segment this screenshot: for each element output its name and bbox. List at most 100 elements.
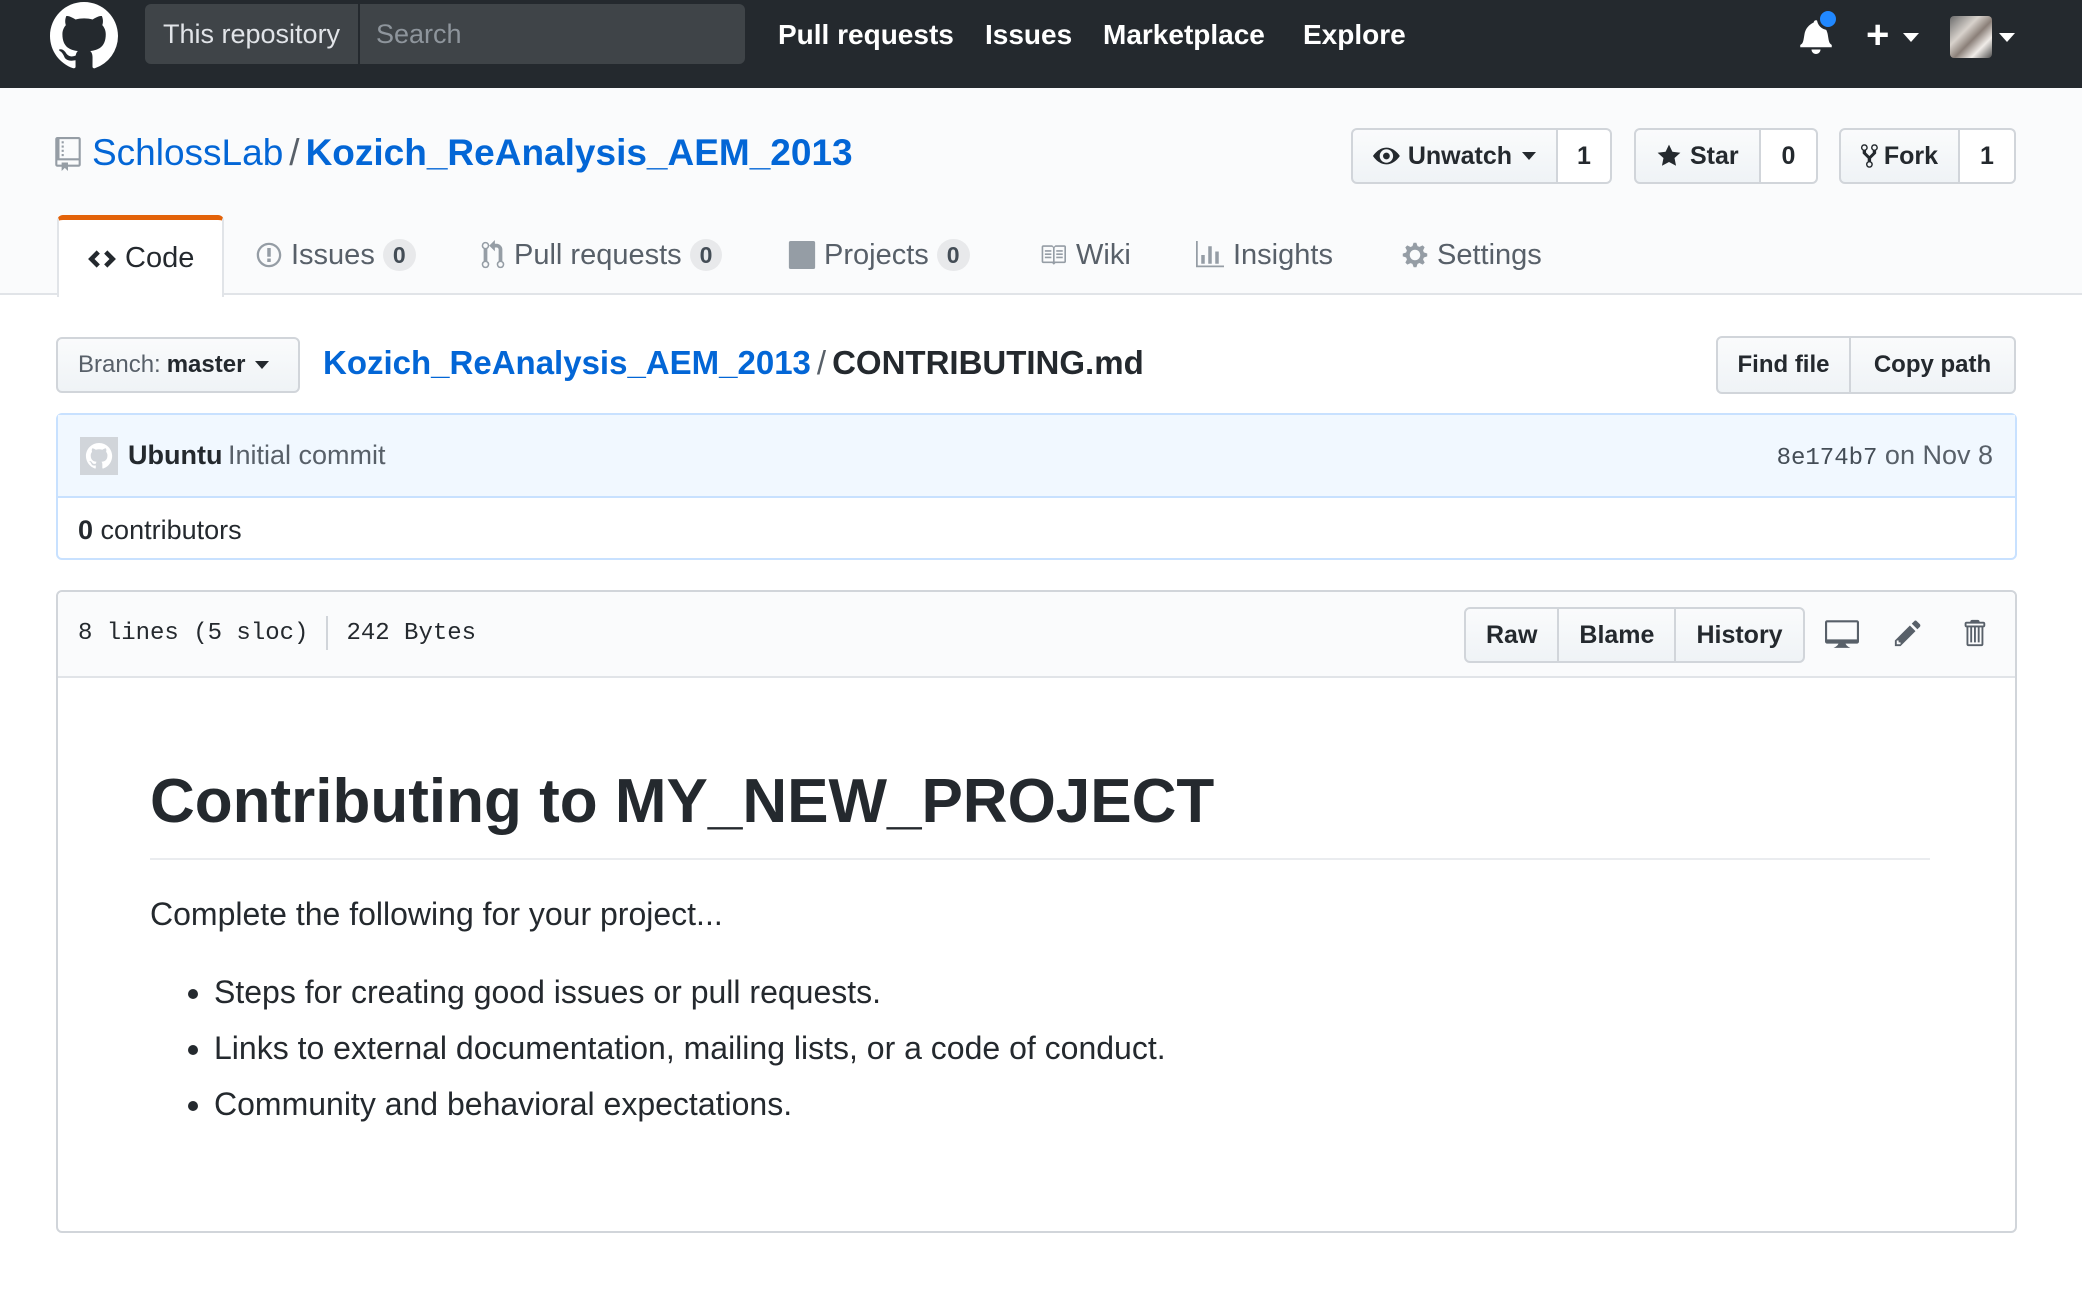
commit-sha-link[interactable]: 8e174b7 (1777, 445, 1878, 472)
tab-issues[interactable]: Issues 0 (255, 215, 416, 295)
file-actions: Raw Blame History (1464, 607, 1805, 663)
tab-issues-label: Issues (291, 238, 375, 271)
tab-pull-requests-label: Pull requests (514, 238, 682, 271)
repo-header: SchlossLab / Kozich_ReAnalysis_AEM_2013 Un… (0, 88, 2082, 297)
nav-pull-requests[interactable]: Pull requests (778, 0, 954, 70)
readme-bullet-list: Steps for creating good issues or pull r… (150, 968, 1930, 1128)
gear-icon (1402, 242, 1428, 268)
star-icon (1657, 144, 1681, 166)
file-info: 8 lines (5 sloc) 242 Bytes (78, 614, 476, 654)
nav-explore[interactable]: Explore (1303, 0, 1406, 70)
contributors-label: contributors (100, 515, 242, 545)
branch-prefix: Branch: (78, 351, 161, 378)
fork-count[interactable]: 1 (1960, 128, 2016, 184)
branch-select-button[interactable]: Branch: master (56, 337, 300, 393)
issue-opened-icon (256, 242, 282, 268)
pull-requests-counter: 0 (689, 239, 723, 271)
user-avatar[interactable] (1950, 16, 1992, 58)
search-box: This repository (145, 4, 745, 64)
readme-intro: Complete the following for your project.… (150, 896, 723, 932)
issues-counter: 0 (382, 239, 416, 271)
list-item: Links to external documentation, mailing… (214, 1024, 1930, 1072)
tab-wiki-label: Wiki (1076, 238, 1131, 271)
tab-projects[interactable]: Projects 0 (788, 215, 970, 295)
global-header: This repository Pull requests Issues Mar… (0, 0, 2082, 88)
author-avatar[interactable] (80, 437, 118, 475)
unwatch-button[interactable]: Unwatch (1351, 128, 1558, 184)
tab-pull-requests[interactable]: Pull requests 0 (480, 215, 723, 295)
repo-name-link[interactable]: Kozich_ReAnalysis_AEM_2013 (306, 132, 853, 173)
breadcrumb-repo-link[interactable]: Kozich_ReAnalysis_AEM_2013 (323, 344, 811, 381)
tab-settings-label: Settings (1437, 238, 1542, 271)
nav-issues[interactable]: Issues (985, 0, 1072, 70)
copy-path-button[interactable]: Copy path (1851, 336, 2016, 394)
star-count[interactable]: 0 (1761, 128, 1818, 184)
tab-projects-label: Projects (824, 238, 929, 271)
file-info-divider (326, 615, 329, 650)
repo-owner-link[interactable]: SchlossLab (92, 132, 283, 173)
unwatch-label: Unwatch (1407, 141, 1512, 170)
file-nav-actions: Find file Copy path (1716, 336, 2016, 394)
pencil-icon[interactable] (1893, 618, 1923, 648)
fork-group: Fork 1 (1839, 128, 2016, 184)
breadcrumb: Kozich_ReAnalysis_AEM_2013/CONTRIBUTING.… (323, 340, 1144, 386)
chevron-down-icon (1522, 152, 1536, 160)
commit-author[interactable]: Ubuntu (128, 435, 222, 475)
repo-title: SchlossLab / Kozich_ReAnalysis_AEM_2013 (92, 128, 853, 178)
chevron-down-icon (1999, 33, 2015, 42)
commit-date: on Nov 8 (1884, 440, 1993, 470)
code-icon (88, 249, 116, 268)
contributors-summary[interactable]: 0 contributors (78, 510, 242, 550)
file-viewer: 8 lines (5 sloc) 242 Bytes Raw Blame Hist… (56, 590, 2017, 1233)
branch-name: master (166, 351, 246, 378)
find-file-button[interactable]: Find file (1716, 336, 1851, 394)
readme-heading: Contributing to MY_NEW_PROJECT (150, 762, 1930, 860)
tab-wiki[interactable]: Wiki (1038, 215, 1131, 295)
tab-code-label: Code (125, 242, 195, 274)
fork-button[interactable]: Fork (1839, 128, 1960, 184)
star-group: Star 0 (1634, 128, 1818, 184)
latest-commit-bar: Ubuntu Initial commit 8e174b7 on Nov 8 (58, 415, 2015, 498)
blame-button[interactable]: Blame (1559, 607, 1677, 663)
raw-button[interactable]: Raw (1464, 607, 1560, 663)
graph-icon (1196, 241, 1224, 268)
star-label: Star (1690, 141, 1739, 170)
book-icon (1041, 245, 1066, 265)
fork-icon (1861, 144, 1878, 168)
chevron-down-icon (255, 361, 270, 369)
search-scope-label: This repository (145, 4, 360, 64)
breadcrumb-file-name: CONTRIBUTING.md (832, 344, 1144, 381)
watch-count[interactable]: 1 (1558, 128, 1612, 184)
list-item: Community and behavioral expectations. (214, 1080, 1930, 1128)
github-logo-icon (80, 437, 118, 475)
file-header: 8 lines (5 sloc) 242 Bytes Raw Blame Hist… (58, 592, 2015, 678)
commit-message[interactable]: Initial commit (228, 435, 386, 475)
project-icon (788, 241, 816, 269)
star-button[interactable]: Star (1634, 128, 1761, 184)
path-separator: / (816, 344, 827, 381)
file-line-count: 8 lines (5 sloc) (78, 620, 309, 647)
history-button[interactable]: History (1676, 607, 1805, 663)
tab-insights[interactable]: Insights (1195, 215, 1333, 295)
nav-marketplace[interactable]: Marketplace (1103, 0, 1265, 70)
markdown-body: Contributing to MY_NEW_PROJECT Complete … (150, 692, 1930, 1128)
fork-label: Fork (1883, 141, 1938, 170)
projects-counter: 0 (936, 239, 970, 271)
github-logo-icon[interactable] (50, 2, 118, 70)
file-size: 242 Bytes (346, 620, 477, 647)
notification-dot (1817, 8, 1839, 30)
chevron-down-icon (1903, 33, 1919, 42)
tab-code[interactable]: Code (57, 215, 225, 297)
commit-meta: 8e174b7 on Nov 8 (1777, 435, 1993, 479)
trash-icon[interactable] (1961, 618, 1987, 648)
repo-icon (55, 137, 81, 171)
eye-icon (1373, 147, 1400, 165)
tab-insights-label: Insights (1233, 238, 1333, 271)
git-pull-request-icon (481, 240, 505, 269)
desktop-icon[interactable] (1825, 618, 1859, 648)
watch-group: Unwatch 1 (1351, 128, 1612, 184)
plus-icon[interactable]: + (1866, 12, 1889, 58)
commit-tease: Ubuntu Initial commit 8e174b7 on Nov 8 0… (56, 413, 2017, 560)
tab-settings[interactable]: Settings (1401, 215, 1542, 295)
search-input[interactable] (360, 4, 745, 64)
